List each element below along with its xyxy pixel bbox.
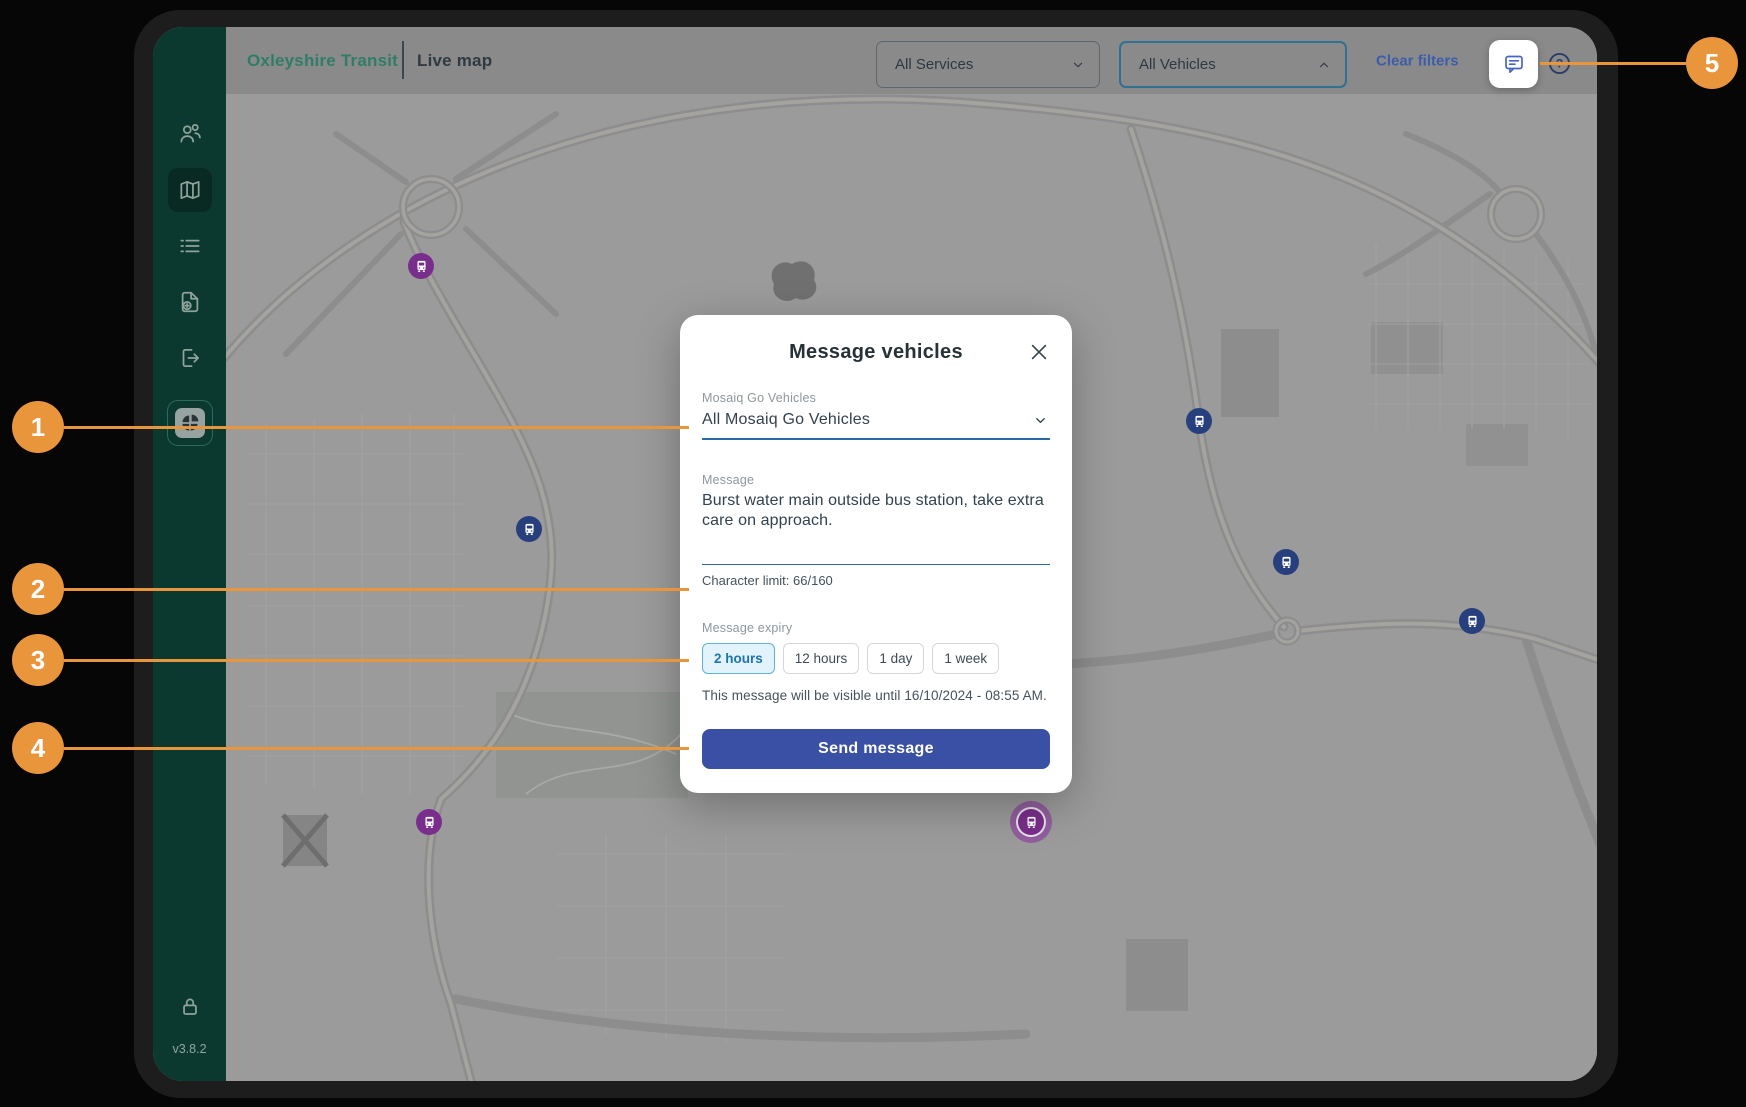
chevron-down-icon: [1033, 413, 1048, 428]
callout-badge-4: 4: [12, 722, 64, 774]
sidebar-item-logout[interactable]: [177, 345, 203, 371]
callout-badge-2: 2: [12, 563, 64, 615]
expiry-options: 2 hours 12 hours1 day 1 week: [702, 643, 1050, 674]
character-limit: Character limit: 66/160: [702, 573, 1050, 588]
services-filter-dropdown[interactable]: All Services: [876, 41, 1100, 88]
expiry-option-1-week[interactable]: 1 week: [932, 643, 999, 674]
chat-message-icon: [1502, 52, 1526, 76]
bus-icon: [1273, 549, 1299, 575]
mosaiq-app-icon: [175, 408, 205, 438]
bus-icon: [408, 253, 434, 279]
app-logo-icon: [173, 53, 207, 87]
message-underline: [702, 564, 1050, 565]
vehicle-select-value: All Mosaiq Go Vehicles: [702, 411, 870, 429]
app-window: v3.8.2 Oxleyshire Transit Live map All S…: [153, 27, 1597, 1081]
message-expiry-field: Message expiry 2 hours 12 hours1 day 1 wee…: [702, 621, 1050, 703]
sidebar-item-lock[interactable]: [177, 994, 203, 1020]
topbar: Oxleyshire Transit Live map All Services…: [226, 27, 1597, 94]
expiry-option-2-hours[interactable]: 2 hours: [702, 643, 775, 674]
list-icon: [177, 233, 203, 259]
vehicle-select-label: Mosaiq Go Vehicles: [702, 391, 1050, 405]
modal-title: Message vehicles: [680, 341, 1072, 364]
app-version: v3.8.2: [153, 1042, 226, 1056]
bus-icon: [516, 516, 542, 542]
callout-line-5: [1540, 62, 1686, 65]
chevron-up-icon: [1317, 58, 1331, 72]
callout-badge-3: 3: [12, 634, 64, 686]
users-icon: [177, 121, 203, 147]
sidebar-item-users[interactable]: [177, 121, 203, 147]
chevron-down-icon: [1071, 58, 1085, 72]
brand-name: Oxleyshire Transit: [247, 51, 398, 71]
sidebar-item-live-map[interactable]: [177, 177, 203, 203]
callout-line-3: [64, 659, 689, 662]
logout-icon: [177, 345, 203, 371]
expiry-option-1-day[interactable]: 1 day: [867, 643, 924, 674]
vehicles-filter-dropdown[interactable]: All Vehicles: [1119, 41, 1347, 88]
close-icon[interactable]: [1028, 341, 1050, 363]
callout-line-4: [64, 747, 689, 750]
message-vehicles-modal: Message vehicles Mosaiq Go Vehicles All …: [680, 315, 1072, 793]
bus-icon: [1186, 408, 1212, 434]
bus-icon: [416, 809, 442, 835]
app-window-frame: v3.8.2 Oxleyshire Transit Live map All S…: [134, 10, 1618, 1098]
expiry-note: This message will be visible until 16/10…: [702, 688, 1050, 703]
file-plus-icon: [177, 289, 203, 315]
map-icon: [177, 177, 203, 203]
expiry-option-12-hours[interactable]: 12 hours: [783, 643, 860, 674]
message-label: Message: [702, 473, 1050, 487]
clear-filters-link[interactable]: Clear filters: [1376, 52, 1459, 69]
sidebar-item-app-switcher[interactable]: [167, 400, 213, 446]
message-textarea[interactable]: Burst water main outside bus station, ta…: [702, 491, 1050, 563]
lock-icon: [177, 994, 203, 1020]
sidebar-item-reports[interactable]: [177, 289, 203, 315]
breadcrumb-divider: [402, 41, 404, 79]
vehicle-select-field: Mosaiq Go Vehicles All Mosaiq Go Vehicle…: [702, 391, 1050, 440]
callout-badge-1: 1: [12, 401, 64, 453]
sidebar: v3.8.2: [153, 27, 226, 1081]
vehicles-filter-value: All Vehicles: [1139, 56, 1216, 73]
callout-badge-5: 5: [1686, 37, 1738, 89]
send-message-button[interactable]: Send message: [702, 729, 1050, 769]
message-expiry-label: Message expiry: [702, 621, 1050, 635]
page-title: Live map: [417, 51, 492, 71]
services-filter-value: All Services: [895, 56, 973, 73]
bus-icon: [1459, 608, 1485, 634]
vehicle-select[interactable]: All Mosaiq Go Vehicles: [702, 405, 1050, 440]
bus-icon: [1018, 809, 1044, 835]
stage: v3.8.2 Oxleyshire Transit Live map All S…: [0, 0, 1746, 1107]
callout-line-2: [64, 588, 689, 591]
message-vehicles-button[interactable]: [1489, 40, 1538, 88]
message-field: Message Burst water main outside bus sta…: [702, 473, 1050, 588]
sidebar-item-list[interactable]: [177, 233, 203, 259]
callout-line-1: [64, 426, 689, 429]
